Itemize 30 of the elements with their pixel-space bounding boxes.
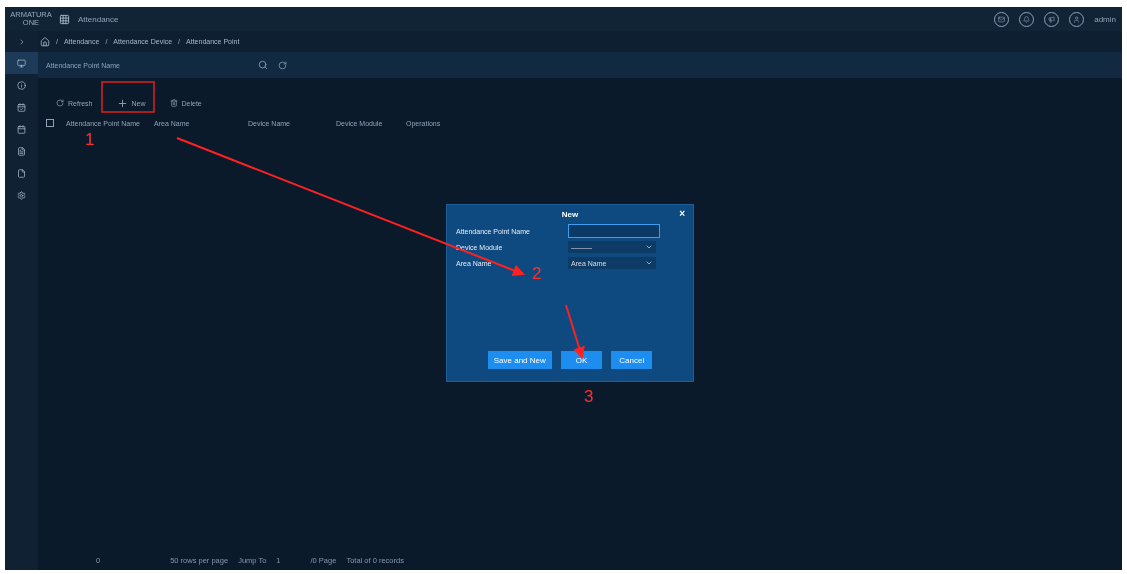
info-icon — [17, 80, 26, 90]
envelope-icon — [998, 15, 1006, 23]
plus-icon — [116, 97, 128, 109]
step-number: 2 — [532, 264, 542, 283]
sidebar-item[interactable] — [5, 52, 38, 74]
search-icon[interactable] — [258, 60, 268, 70]
close-button[interactable]: × — [679, 208, 685, 219]
apps-grid-icon[interactable] — [59, 13, 70, 25]
settings-icon — [17, 190, 26, 200]
app-title: Attendance — [78, 14, 119, 24]
user-name[interactable]: admin — [1094, 14, 1116, 24]
input-field[interactable] — [568, 224, 660, 238]
reset-icon[interactable] — [278, 60, 287, 70]
person-icon — [1073, 15, 1081, 23]
select-all-checkbox[interactable] — [46, 119, 54, 127]
file-icon — [17, 168, 26, 178]
bell-glyph-icon — [1023, 15, 1031, 23]
monitor-icon — [17, 58, 26, 68]
annotation-arrow — [565, 304, 585, 359]
document-icon — [17, 146, 26, 156]
refresh-icon — [56, 99, 64, 107]
calendar-check-icon — [17, 102, 26, 112]
trash-icon — [169, 99, 178, 107]
step-number: 3 — [584, 387, 594, 406]
highlight-frame — [101, 81, 155, 113]
calendar-icon — [17, 124, 26, 134]
home-icon[interactable] — [40, 36, 50, 47]
megaphone-glyph-icon — [1048, 15, 1056, 23]
step-number: 1 — [85, 130, 95, 149]
dialog-title: New — [561, 209, 579, 219]
